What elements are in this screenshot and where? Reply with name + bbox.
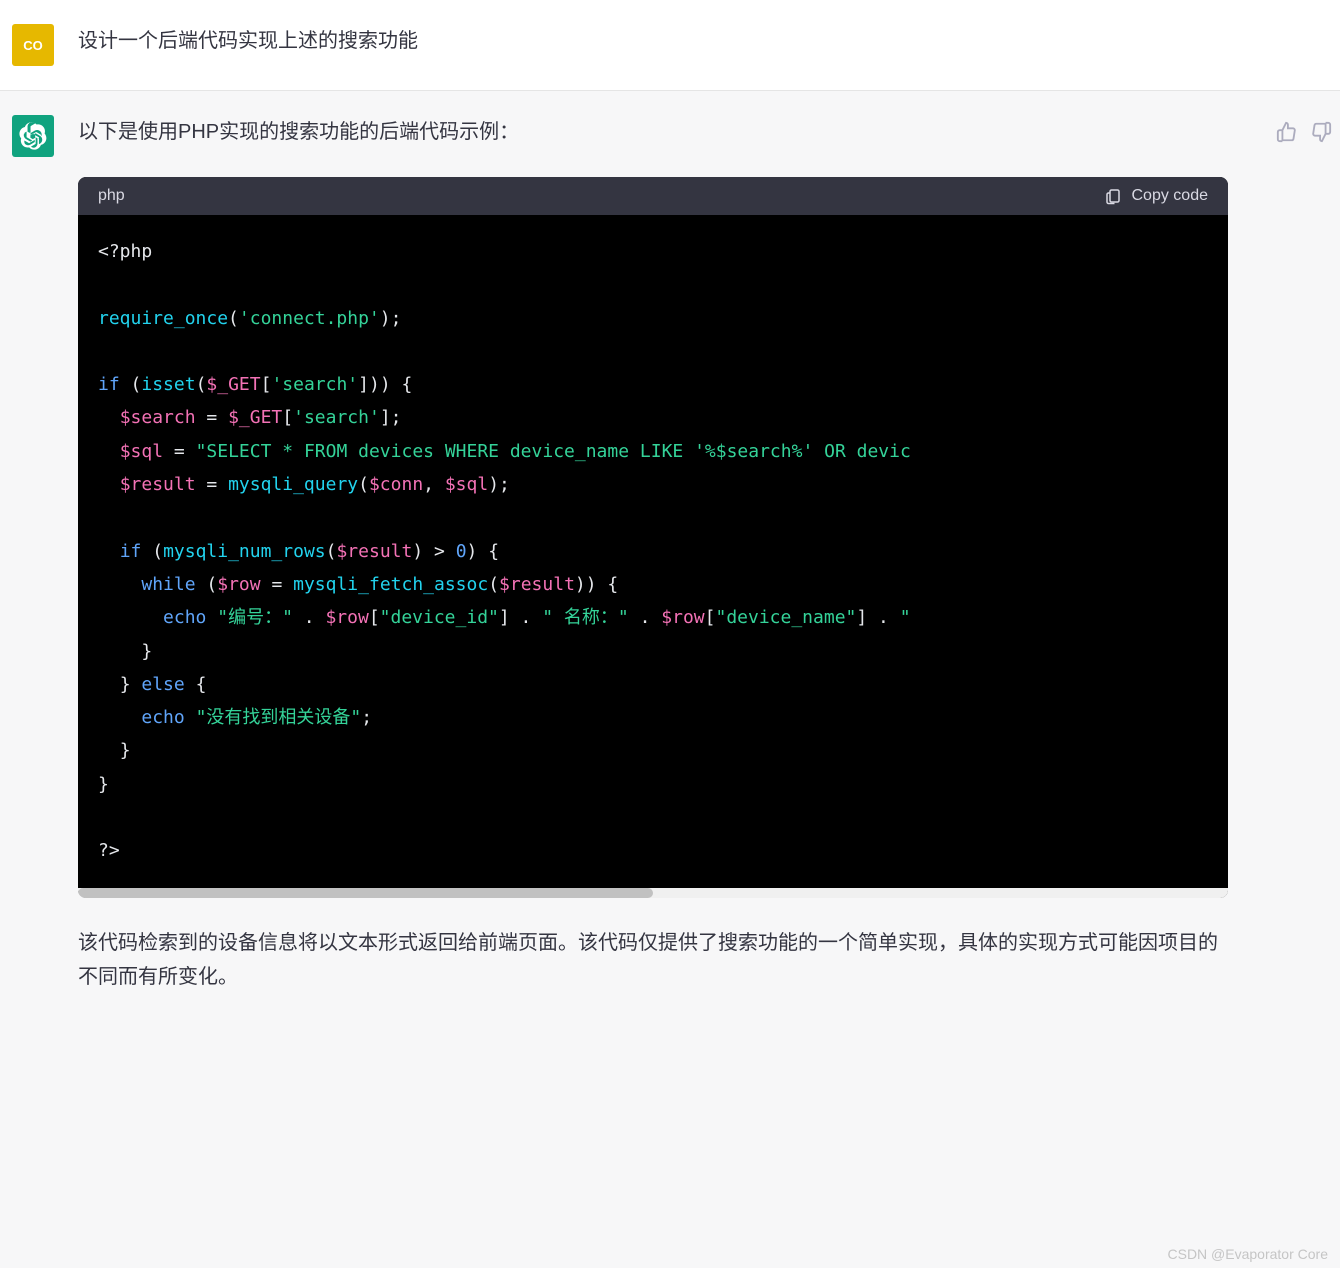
assistant-outro-text: 该代码检索到的设备信息将以文本形式返回给前端页面。该代码仅提供了搜索功能的一个简…: [78, 926, 1228, 994]
code-language-label: php: [98, 187, 125, 205]
user-message-content: 设计一个后端代码实现上述的搜索功能: [78, 24, 1340, 66]
thumbs-down-icon: [1310, 121, 1332, 143]
assistant-intro-text: 以下是使用PHP实现的搜索功能的后端代码示例：: [78, 115, 1228, 149]
user-avatar: CO: [12, 24, 54, 66]
assistant-avatar: [12, 115, 54, 157]
user-message: CO 设计一个后端代码实现上述的搜索功能: [0, 0, 1340, 90]
assistant-message-content: 以下是使用PHP实现的搜索功能的后端代码示例： php Copy code <?…: [78, 115, 1252, 1002]
thumbs-down-button[interactable]: [1310, 121, 1332, 143]
copy-code-label: Copy code: [1132, 187, 1209, 205]
code-block: php Copy code <?php require_once('connec…: [78, 177, 1228, 898]
thumbs-up-button[interactable]: [1276, 121, 1298, 143]
watermark: CSDN @Evaporator Core: [1168, 1246, 1329, 1262]
thumbs-up-icon: [1276, 121, 1298, 143]
scrollbar-thumb[interactable]: [78, 888, 653, 898]
horizontal-scrollbar[interactable]: [78, 888, 1228, 898]
user-avatar-label: CO: [23, 38, 43, 53]
clipboard-icon: [1104, 187, 1122, 205]
code-body[interactable]: <?php require_once('connect.php'); if (i…: [78, 215, 1228, 888]
user-message-text: 设计一个后端代码实现上述的搜索功能: [78, 24, 1316, 58]
message-actions: [1276, 115, 1340, 1002]
copy-code-button[interactable]: Copy code: [1104, 187, 1209, 205]
openai-logo-icon: [19, 122, 47, 150]
code-header: php Copy code: [78, 177, 1228, 215]
assistant-message: 以下是使用PHP实现的搜索功能的后端代码示例： php Copy code <?…: [0, 90, 1340, 1026]
